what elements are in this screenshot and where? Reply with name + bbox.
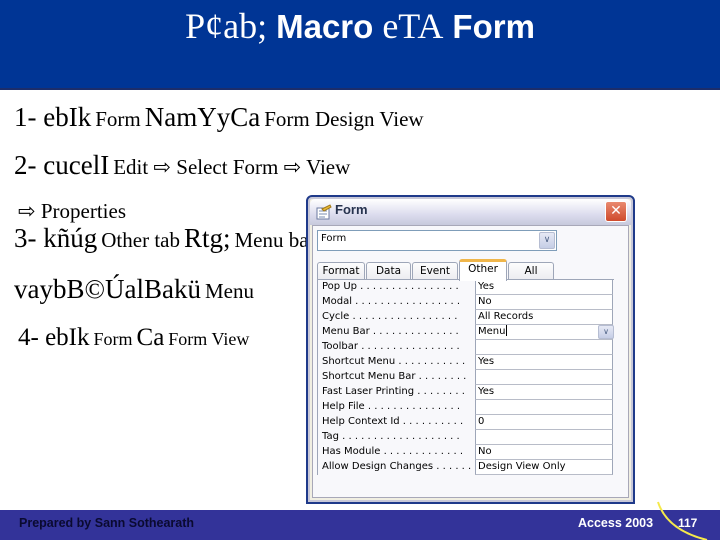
property-name: Pop Up . . . . . . . . . . . . . . . . xyxy=(322,281,459,292)
property-row-shortcut-menu[interactable]: Shortcut Menu . . . . . . . . . . . Yes xyxy=(318,355,614,370)
tab-event[interactable]: Event xyxy=(412,262,458,280)
form-properties-dialog: Form ✕ Form ∨ Format Data Event Other Al… xyxy=(306,195,635,504)
dialog-body: Form ∨ Format Data Event Other All Pop U… xyxy=(312,225,629,498)
object-selector-dropdown[interactable]: Form ∨ xyxy=(317,230,557,251)
property-name: Allow Design Changes . . . . . . xyxy=(322,461,472,472)
property-name: Shortcut Menu . . . . . . . . . . . xyxy=(322,356,466,367)
tab-all[interactable]: All xyxy=(508,262,554,280)
step-3-khmer-2: Rtg; xyxy=(183,223,231,253)
property-value[interactable]: Yes xyxy=(475,385,613,400)
step-1-form: Form xyxy=(95,107,141,131)
step-1-khmer-2: NamYyCa xyxy=(144,102,261,132)
tab-other[interactable]: Other xyxy=(459,259,507,281)
text-cursor xyxy=(506,325,508,336)
footer-author: Prepared by Sann Sothearath xyxy=(19,516,195,530)
step-3-continued: vaybB©ÚalBakü Menu xyxy=(14,274,254,305)
step-4: 4- ebIk Form Ca Form View xyxy=(18,324,249,352)
property-name: Tag . . . . . . . . . . . . . . . . . . … xyxy=(322,431,460,442)
property-row-shortcut-menu-bar[interactable]: Shortcut Menu Bar . . . . . . . . xyxy=(318,370,614,385)
slide-header: P¢ab; Macro eTA Form xyxy=(0,0,720,90)
step-4-form-view: Form View xyxy=(168,329,250,349)
tab-format[interactable]: Format xyxy=(317,262,365,280)
step-2-properties: ⇨ Properties xyxy=(18,199,126,223)
dialog-titlebar[interactable]: Form ✕ xyxy=(310,199,631,225)
step-3-menu-bar: Menu bar xyxy=(234,228,316,252)
close-button[interactable]: ✕ xyxy=(605,201,627,222)
property-row-menu-bar[interactable]: Menu Bar . . . . . . . . . . . . . . Men… xyxy=(318,325,614,340)
property-value[interactable]: No xyxy=(475,295,613,310)
decorative-arc xyxy=(657,501,708,540)
property-value[interactable] xyxy=(475,340,613,355)
step-4-khmer: 4- ebIk xyxy=(18,324,90,351)
property-name: Toolbar . . . . . . . . . . . . . . . . xyxy=(322,341,460,352)
property-row-tag[interactable]: Tag . . . . . . . . . . . . . . . . . . … xyxy=(318,430,614,445)
title-part-macro: Macro xyxy=(276,8,374,45)
property-tabs: Format Data Event Other All xyxy=(317,259,627,281)
property-value[interactable]: Yes xyxy=(475,280,613,295)
property-row-help-context-id[interactable]: Help Context Id . . . . . . . . . . 0 xyxy=(318,415,614,430)
property-name: Menu Bar . . . . . . . . . . . . . . xyxy=(322,326,459,337)
property-value[interactable]: Design View Only xyxy=(475,460,613,475)
property-name: Fast Laser Printing . . . . . . . . xyxy=(322,386,465,397)
property-row-cycle[interactable]: Cycle . . . . . . . . . . . . . . . . . … xyxy=(318,310,614,325)
property-value[interactable] xyxy=(475,400,613,415)
step-3-menu: Menu xyxy=(204,279,254,303)
property-row-modal[interactable]: Modal . . . . . . . . . . . . . . . . . … xyxy=(318,295,614,310)
slide-title: P¢ab; Macro eTA Form xyxy=(0,4,720,49)
property-row-pop-up[interactable]: Pop Up . . . . . . . . . . . . . . . . Y… xyxy=(318,280,614,295)
properties-icon xyxy=(316,204,332,220)
step-1-khmer: 1- ebIk xyxy=(14,102,92,132)
property-row-allow-design-changes[interactable]: Allow Design Changes . . . . . . Design … xyxy=(318,460,614,475)
property-value[interactable] xyxy=(475,370,613,385)
step-1-design-view: Form Design View xyxy=(264,107,424,131)
step-3: 3- kñúg Other tab Rtg; Menu bar xyxy=(14,223,316,254)
title-part-khmer-1: P¢ab; xyxy=(185,6,268,46)
property-value[interactable]: Yes xyxy=(475,355,613,370)
dialog-title: Form xyxy=(335,202,368,217)
property-list: Pop Up . . . . . . . . . . . . . . . . Y… xyxy=(317,279,614,475)
property-value[interactable]: All Records xyxy=(475,310,613,325)
step-4-form: Form xyxy=(93,329,133,349)
step-3-khmer-3: vaybB©ÚalBakü xyxy=(14,274,201,304)
property-value[interactable] xyxy=(475,430,613,445)
menu-bar-input[interactable]: Menu xyxy=(475,325,613,340)
property-value[interactable]: No xyxy=(475,445,613,460)
property-name: Shortcut Menu Bar . . . . . . . . xyxy=(322,371,467,382)
slide-footer: Prepared by Sann Sothearath Access 2003 … xyxy=(0,510,720,540)
property-name: Help Context Id . . . . . . . . . . xyxy=(322,416,464,427)
property-name: Help File . . . . . . . . . . . . . . . xyxy=(322,401,461,412)
close-icon: ✕ xyxy=(610,203,622,219)
step-3-khmer: 3- kñúg xyxy=(14,223,98,253)
title-part-khmer-2: eTA xyxy=(382,6,444,46)
property-value: Menu xyxy=(478,326,506,337)
step-1: 1- ebIk Form NamYyCa Form Design View xyxy=(14,102,424,133)
footer-course: Access 2003 xyxy=(578,516,654,530)
property-row-help-file[interactable]: Help File . . . . . . . . . . . . . . . xyxy=(318,400,614,415)
step-2-khmer: 2- cucelI xyxy=(14,150,110,180)
chevron-down-icon[interactable]: ∨ xyxy=(598,325,614,339)
property-row-fast-laser-printing[interactable]: Fast Laser Printing . . . . . . . . Yes xyxy=(318,385,614,400)
property-name: Modal . . . . . . . . . . . . . . . . . xyxy=(322,296,461,307)
step-4-khmer-2: Ca xyxy=(136,324,165,351)
chevron-down-icon[interactable]: ∨ xyxy=(539,232,555,249)
property-value[interactable]: 0 xyxy=(475,415,613,430)
step-3-other-tab: Other tab xyxy=(101,228,180,252)
title-part-form: Form xyxy=(452,8,535,45)
property-name: Has Module . . . . . . . . . . . . . xyxy=(322,446,464,457)
property-row-has-module[interactable]: Has Module . . . . . . . . . . . . . No xyxy=(318,445,614,460)
property-name: Cycle . . . . . . . . . . . . . . . . . xyxy=(322,311,458,322)
tab-data[interactable]: Data xyxy=(366,262,411,280)
step-2-continued: ⇨ Properties xyxy=(18,199,126,224)
property-row-toolbar[interactable]: Toolbar . . . . . . . . . . . . . . . . xyxy=(318,340,614,355)
step-2: 2- cucelI Edit ⇨ Select Form ⇨ View xyxy=(14,150,350,181)
step-2-menu-path: Edit ⇨ Select Form ⇨ View xyxy=(113,155,351,179)
object-selector-value: Form xyxy=(321,233,347,244)
